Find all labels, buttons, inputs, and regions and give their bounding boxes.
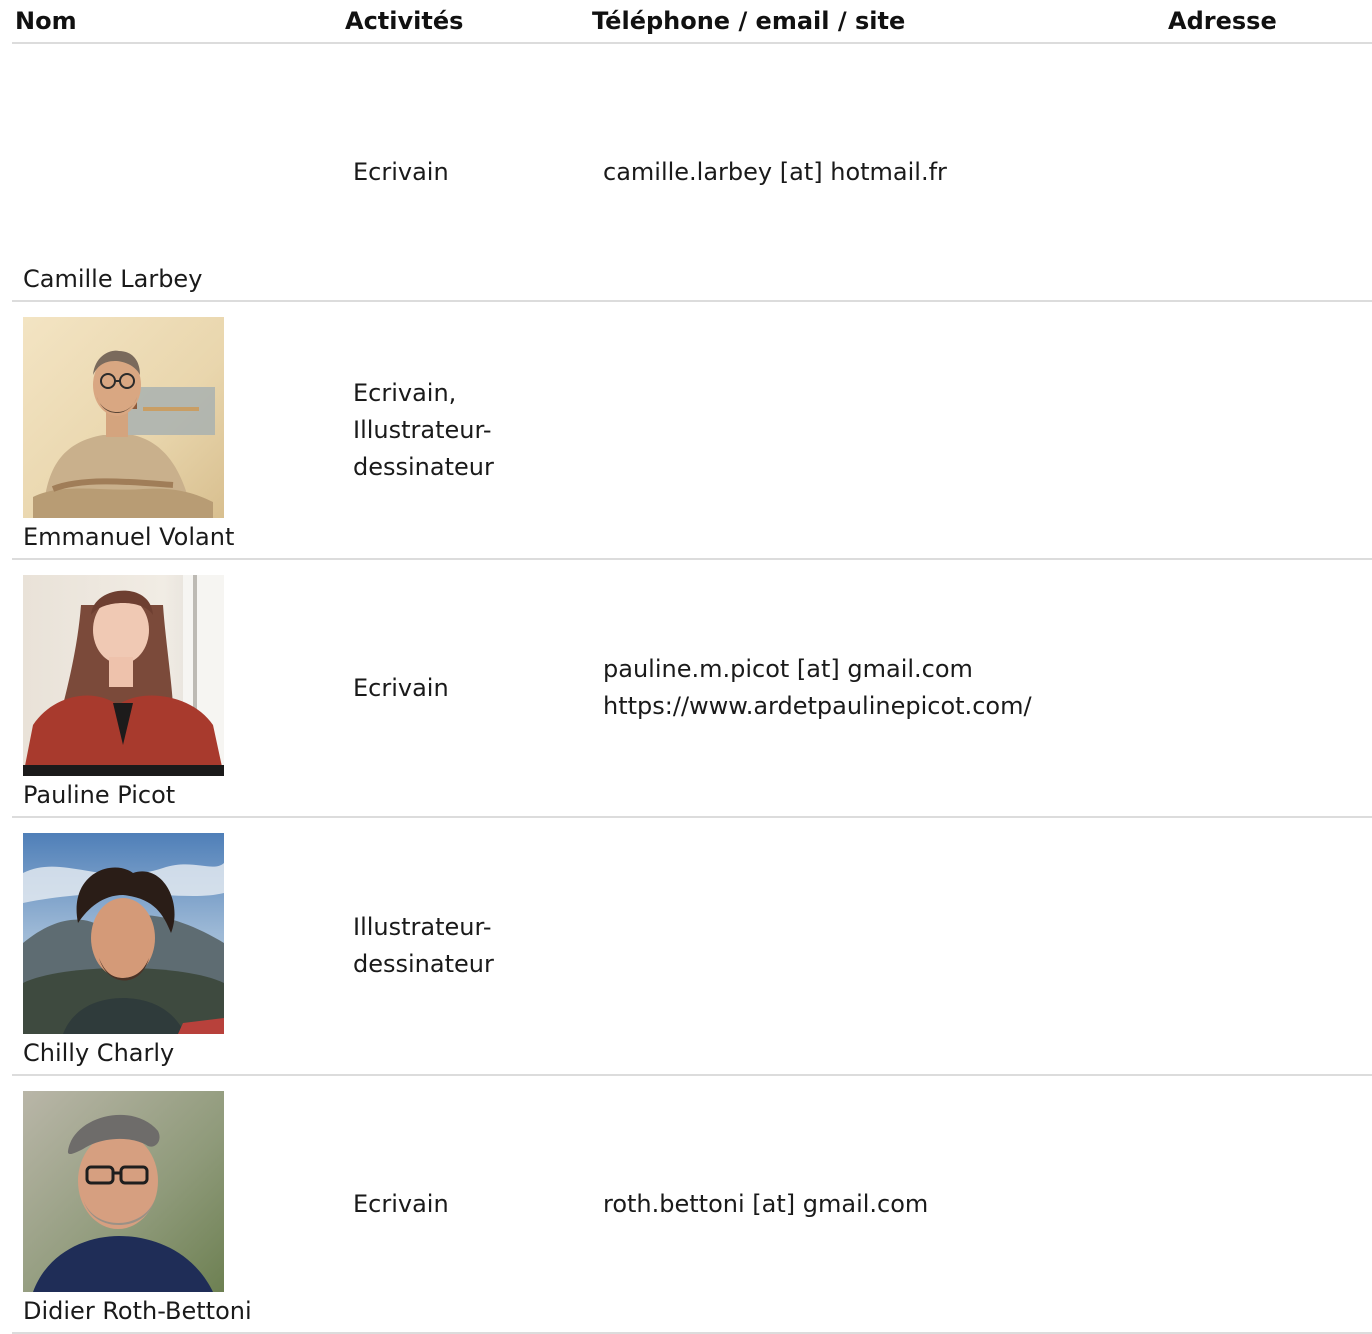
table-row: Didier Roth-Bettoni Ecrivain roth.betton… [12, 1075, 1372, 1333]
activities-cell: Ecrivain, Illustrateur- dessinateur [342, 301, 589, 559]
person-name[interactable]: Camille Larbey [23, 264, 342, 294]
person-name[interactable]: Emmanuel Volant [23, 522, 342, 552]
address-cell [1168, 559, 1372, 817]
activity-text: Illustrateur- [353, 415, 492, 444]
name-cell: Pauline Picot [12, 559, 342, 817]
address-cell [1168, 817, 1372, 1075]
header-row: Nom Activités Téléphone / email / site A… [12, 0, 1372, 44]
website-text: https://www.ardetpaulinepicot.com/ [603, 692, 1032, 720]
email-text: roth.bettoni [at] gmail.com [603, 1189, 929, 1218]
contact-cell: roth.bettoni [at] gmail.com [589, 1075, 1168, 1333]
email-text: camille.larbey [at] hotmail.fr [603, 157, 947, 186]
portrait-photo[interactable] [23, 317, 224, 518]
table-row: Chilly Charly Illustrateur- dessinateur [12, 817, 1372, 1075]
contact-cell [589, 817, 1168, 1075]
column-header-contact[interactable]: Téléphone / email / site [589, 0, 1168, 44]
activity-text: Ecrivain, [353, 378, 457, 407]
table-row: Pauline Picot Ecrivain pauline.m.picot [… [12, 559, 1372, 817]
activity-text: Ecrivain [353, 673, 449, 702]
address-cell [1168, 1075, 1372, 1333]
activities-cell: Ecrivain [342, 1075, 589, 1333]
person-name[interactable]: Pauline Picot [23, 780, 342, 810]
name-cell: Didier Roth-Bettoni [12, 1075, 342, 1333]
table-row: Camille Larbey Ecrivain camille.larbey [… [12, 43, 1372, 301]
name-cell: Chilly Charly [12, 817, 342, 1075]
name-cell: Camille Larbey [12, 43, 342, 301]
contact-cell: pauline.m.picot [at] gmail.com https://w… [589, 559, 1168, 817]
column-header-name[interactable]: Nom [12, 0, 342, 44]
activity-text: dessinateur [353, 950, 494, 978]
activities-cell: Illustrateur- dessinateur [342, 817, 589, 1075]
activities-cell: Ecrivain [342, 559, 589, 817]
portrait-photo[interactable] [23, 833, 224, 1034]
activity-text: Ecrivain [353, 157, 449, 186]
column-header-activities[interactable]: Activités [342, 0, 589, 44]
activity-text: dessinateur [353, 452, 494, 481]
address-cell [1168, 301, 1372, 559]
address-cell [1168, 43, 1372, 301]
portrait-man-glasses-crossed-arms-image [23, 317, 224, 518]
portrait-photo[interactable] [23, 575, 224, 776]
activities-cell: Ecrivain [342, 43, 589, 301]
portrait-photo[interactable] [23, 1091, 224, 1292]
person-name[interactable]: Didier Roth-Bettoni [23, 1296, 342, 1326]
name-cell: Emmanuel Volant [12, 301, 342, 559]
portrait-man-curly-hair-sky-image [23, 833, 224, 1034]
portrait-woman-red-blouse-image [23, 575, 224, 776]
column-header-address[interactable]: Adresse [1168, 0, 1372, 44]
contact-cell [589, 301, 1168, 559]
email-text: pauline.m.picot [at] gmail.com [603, 655, 973, 683]
portrait-man-cap-glasses-image [23, 1091, 224, 1292]
activity-text: Illustrateur- [353, 913, 492, 941]
contact-cell: camille.larbey [at] hotmail.fr [589, 43, 1168, 301]
table-row: Emmanuel Volant Ecrivain, Illustrateur- … [12, 301, 1372, 559]
activity-text: Ecrivain [353, 1189, 449, 1218]
person-name[interactable]: Chilly Charly [23, 1038, 342, 1068]
directory-table: Nom Activités Téléphone / email / site A… [12, 0, 1372, 1334]
